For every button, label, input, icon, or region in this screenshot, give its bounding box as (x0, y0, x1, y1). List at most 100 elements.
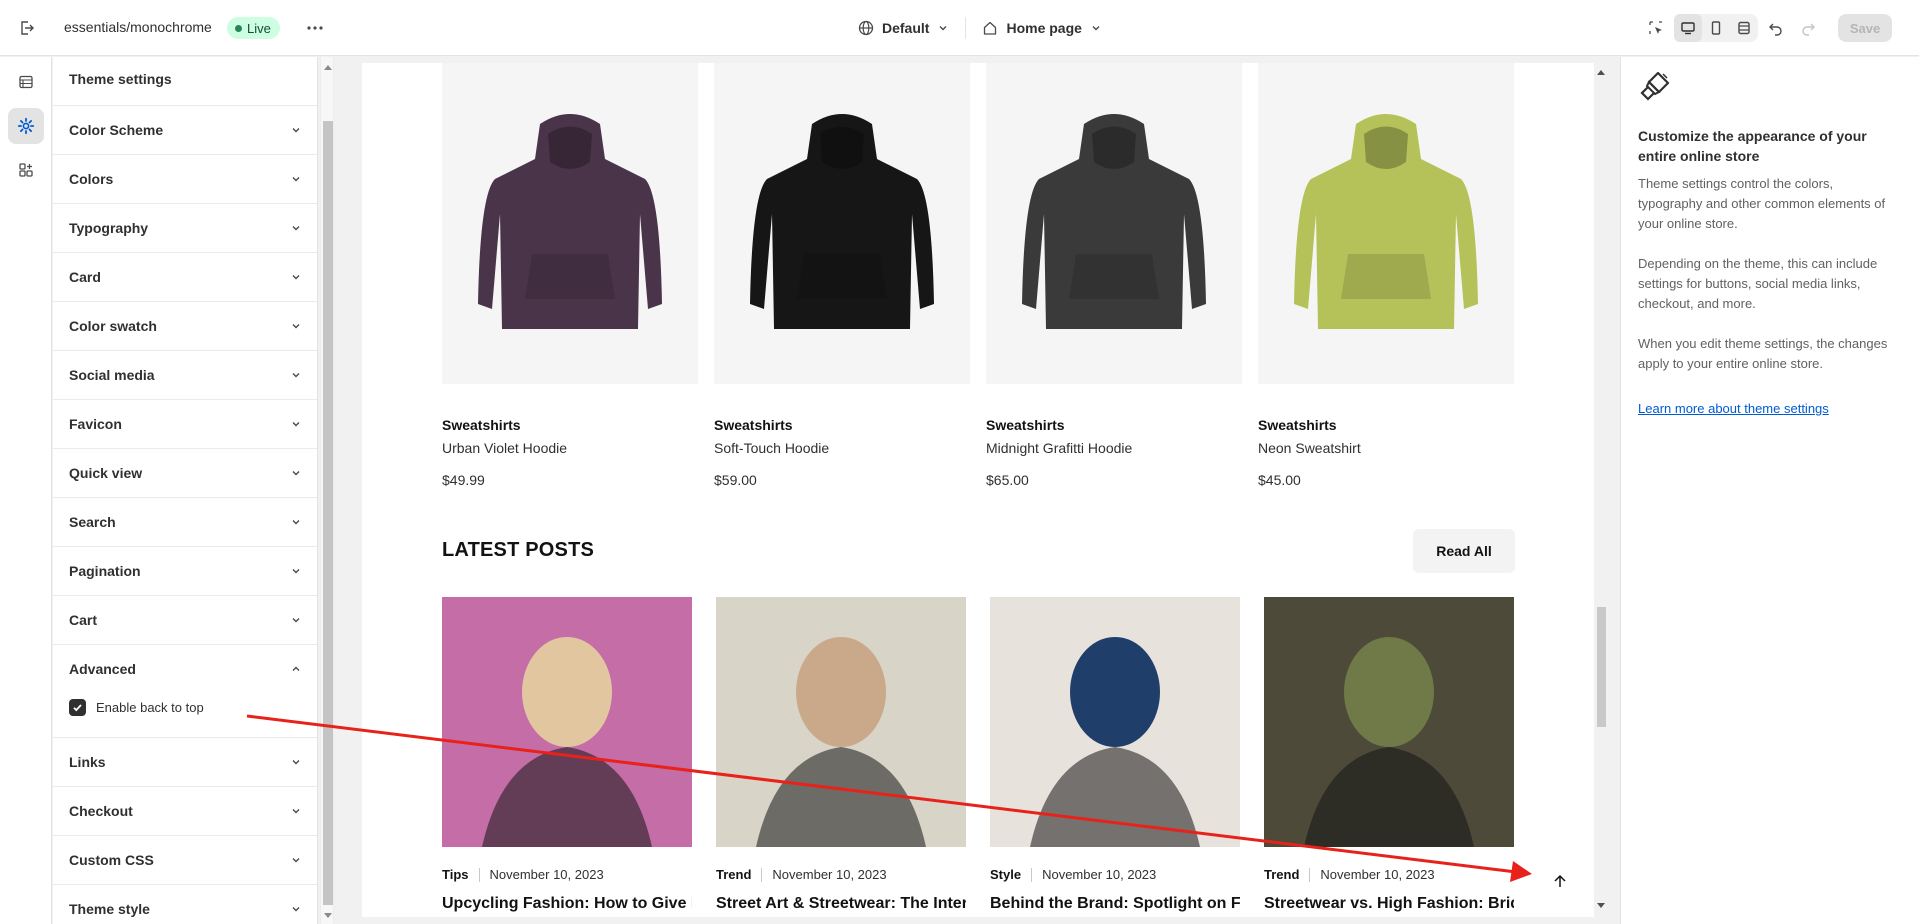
post-image[interactable] (716, 597, 966, 847)
panel-scroll-thumb[interactable] (323, 121, 333, 905)
product-card[interactable]: Sweatshirts Midnight Grafitti Hoodie $65.0… (986, 63, 1242, 488)
accordion-pagination[interactable]: Pagination (53, 546, 317, 595)
back-to-top-button[interactable] (1536, 866, 1584, 896)
chevron-down-icon (292, 226, 300, 231)
accordion-label: Cart (69, 612, 98, 628)
scroll-down-icon[interactable] (324, 913, 332, 919)
accordion-typography[interactable]: Typography (53, 203, 317, 252)
post-image[interactable] (1264, 597, 1514, 847)
accordion-label: Color Scheme (69, 122, 164, 138)
exit-icon[interactable] (14, 15, 40, 41)
hoodie-image (478, 113, 662, 329)
advanced-settings-body: Enable back to top (53, 693, 317, 737)
info-panel: Customize the appearance of your entire … (1620, 57, 1919, 924)
chevron-down-icon (292, 324, 300, 329)
accordion-cart[interactable]: Cart (53, 595, 317, 644)
post-image[interactable] (442, 597, 692, 847)
store-preview: Sweatshirts Urban Violet Hoodie $49.99 Swea… (362, 63, 1594, 917)
accordion-links[interactable]: Links (53, 737, 317, 786)
post-title[interactable]: Streetwear vs. High Fashion: Bridging th… (1264, 894, 1514, 917)
top-center-controls: Default Home page (848, 14, 1112, 42)
product-image[interactable] (986, 63, 1242, 384)
post-meta: Trend November 10, 2023 (716, 867, 966, 882)
more-actions-icon[interactable] (302, 15, 328, 41)
preview-scroll-thumb[interactable] (1597, 607, 1606, 727)
product-image[interactable] (442, 63, 698, 384)
chevron-down-icon (292, 275, 300, 280)
apps-icon[interactable] (8, 152, 44, 188)
chevron-down-icon (292, 422, 300, 427)
scroll-down-icon[interactable] (1597, 903, 1605, 909)
page-dropdown-label: Home page (1006, 20, 1082, 36)
product-card[interactable]: Sweatshirts Neon Sweatshirt $45.00 (1258, 63, 1514, 488)
fullscreen-icon[interactable] (1730, 14, 1758, 42)
product-card[interactable]: Sweatshirts Urban Violet Hoodie $49.99 (442, 63, 698, 488)
accordion-colors[interactable]: Colors (53, 154, 317, 203)
learn-more-link[interactable]: Learn more about theme settings (1638, 401, 1829, 416)
blog-post-photo (716, 597, 966, 847)
accordion-label: Theme style (69, 901, 150, 917)
post-title[interactable]: Upcycling Fashion: How to Give New Life … (442, 894, 692, 917)
accordion-favicon[interactable]: Favicon (53, 399, 317, 448)
theme-settings-gear-icon[interactable] (8, 108, 44, 144)
post-title[interactable]: Street Art & Streetwear: The Intersectio… (716, 894, 966, 917)
product-name[interactable]: Neon Sweatshirt (1258, 440, 1514, 456)
post-image[interactable] (990, 597, 1240, 847)
mobile-view-icon[interactable] (1702, 14, 1730, 42)
accordion-color-scheme[interactable]: Color Scheme (53, 105, 317, 154)
info-paragraph: When you edit theme settings, the change… (1638, 336, 1888, 371)
accordion-quick-view[interactable]: Quick view (53, 448, 317, 497)
accordion-checkout[interactable]: Checkout (53, 786, 317, 835)
product-name[interactable]: Midnight Grafitti Hoodie (986, 440, 1242, 456)
product-price: $49.99 (442, 472, 485, 488)
panel-scrollbar[interactable] (320, 57, 334, 924)
accordion-label: Favicon (69, 416, 122, 432)
product-image[interactable] (1258, 63, 1514, 384)
redo-icon[interactable] (1794, 14, 1822, 42)
chevron-down-icon (1092, 26, 1100, 31)
enable-back-to-top-checkbox[interactable] (69, 699, 86, 716)
blog-post-card[interactable]: Style November 10, 2023 Behind the Brand: … (990, 597, 1240, 917)
accordion-custom-css[interactable]: Custom CSS (53, 835, 317, 884)
accordion-theme-style[interactable]: Theme style (53, 884, 317, 924)
product-image[interactable] (714, 63, 970, 384)
desktop-view-icon[interactable] (1674, 14, 1702, 42)
accordion-color-swatch[interactable]: Color swatch (53, 301, 317, 350)
post-tag[interactable]: Trend (716, 867, 751, 882)
accordion-social-media[interactable]: Social media (53, 350, 317, 399)
chevron-down-icon (292, 809, 300, 814)
product-name[interactable]: Urban Violet Hoodie (442, 440, 698, 456)
post-date: November 10, 2023 (1042, 867, 1157, 882)
inspector-icon[interactable] (1642, 14, 1670, 42)
settings-accordion-list: Color Scheme Colors Typography Card Color sw… (53, 105, 317, 924)
accordion-label: Pagination (69, 563, 141, 579)
chevron-down-icon (292, 373, 300, 378)
accordion-advanced[interactable]: Advanced (53, 644, 317, 693)
blog-post-card[interactable]: Trend November 10, 2023 Street Art & Stree… (716, 597, 966, 917)
chevron-down-icon (292, 858, 300, 863)
sections-icon[interactable] (8, 64, 44, 100)
page-dropdown[interactable]: Home page (972, 14, 1111, 42)
post-tag[interactable]: Trend (1264, 867, 1299, 882)
accordion-card[interactable]: Card (53, 252, 317, 301)
post-meta: Tips November 10, 2023 (442, 867, 692, 882)
blog-post-card[interactable]: Tips November 10, 2023 Upcycling Fashion: … (442, 597, 692, 917)
product-name[interactable]: Soft-Touch Hoodie (714, 440, 970, 456)
accordion-search[interactable]: Search (53, 497, 317, 546)
product-card[interactable]: Sweatshirts Soft-Touch Hoodie $59.00 (714, 63, 970, 488)
scroll-up-icon[interactable] (324, 64, 332, 70)
blog-post-photo (1264, 597, 1514, 847)
blog-post-card[interactable]: Trend November 10, 2023 Streetwear vs. Hig… (1264, 597, 1514, 917)
save-button[interactable]: Save (1838, 14, 1892, 42)
post-tag[interactable]: Style (990, 867, 1021, 882)
theme-dropdown[interactable]: Default (848, 14, 959, 42)
post-title[interactable]: Behind the Brand: Spotlight on Fashion D… (990, 894, 1240, 917)
preview-scrollbar[interactable] (1594, 63, 1608, 917)
scroll-up-icon[interactable] (1597, 69, 1605, 75)
divider (1031, 867, 1033, 882)
read-all-button[interactable]: Read All (1413, 529, 1515, 573)
undo-icon[interactable] (1762, 14, 1790, 42)
product-price: $65.00 (986, 472, 1029, 488)
post-tag[interactable]: Tips (442, 867, 469, 882)
post-meta: Trend November 10, 2023 (1264, 867, 1514, 882)
